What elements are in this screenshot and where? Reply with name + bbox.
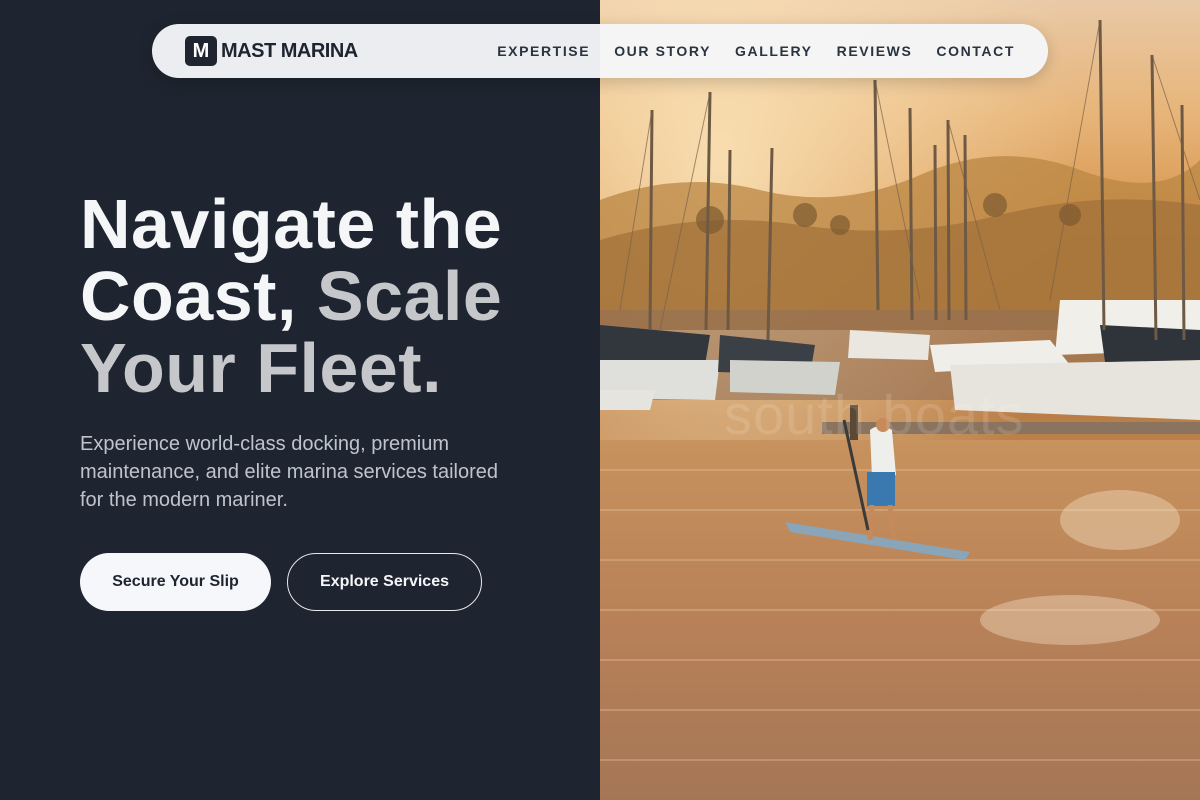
nav-links: EXPERTISE OUR STORY GALLERY REVIEWS CONT…: [497, 43, 1015, 59]
explore-services-button[interactable]: Explore Services: [287, 553, 482, 611]
marina-sunset-illustration: [600, 0, 1200, 800]
hero-title-scale: Scale: [316, 257, 503, 335]
top-navbar: M MAST MARINA EXPERTISE OUR STORY GALLER…: [152, 24, 1048, 78]
hero-title: Navigate the Coast, Scale Your Fleet.: [80, 188, 580, 404]
nav-link-expertise[interactable]: EXPERTISE: [497, 43, 590, 59]
brand-logo[interactable]: M MAST MARINA: [185, 36, 358, 66]
hero-title-coast: Coast,: [80, 257, 297, 335]
brand-mark-icon: M: [185, 36, 217, 66]
hero-description: Experience world-class docking, premium …: [80, 433, 498, 511]
hero-image: south boats: [600, 0, 1200, 800]
nav-link-our-story[interactable]: OUR STORY: [614, 43, 711, 59]
nav-link-contact[interactable]: CONTACT: [936, 43, 1015, 59]
brand-name: MAST MARINA: [221, 39, 358, 62]
nav-link-reviews[interactable]: REVIEWS: [837, 43, 913, 59]
hero-title-line-1: Navigate the: [80, 185, 503, 263]
secure-slip-button[interactable]: Secure Your Slip: [80, 553, 271, 611]
hero-title-line-2: Coast, Scale: [80, 260, 580, 332]
hero-title-line-3: Your Fleet.: [80, 329, 443, 407]
nav-link-gallery[interactable]: GALLERY: [735, 43, 813, 59]
